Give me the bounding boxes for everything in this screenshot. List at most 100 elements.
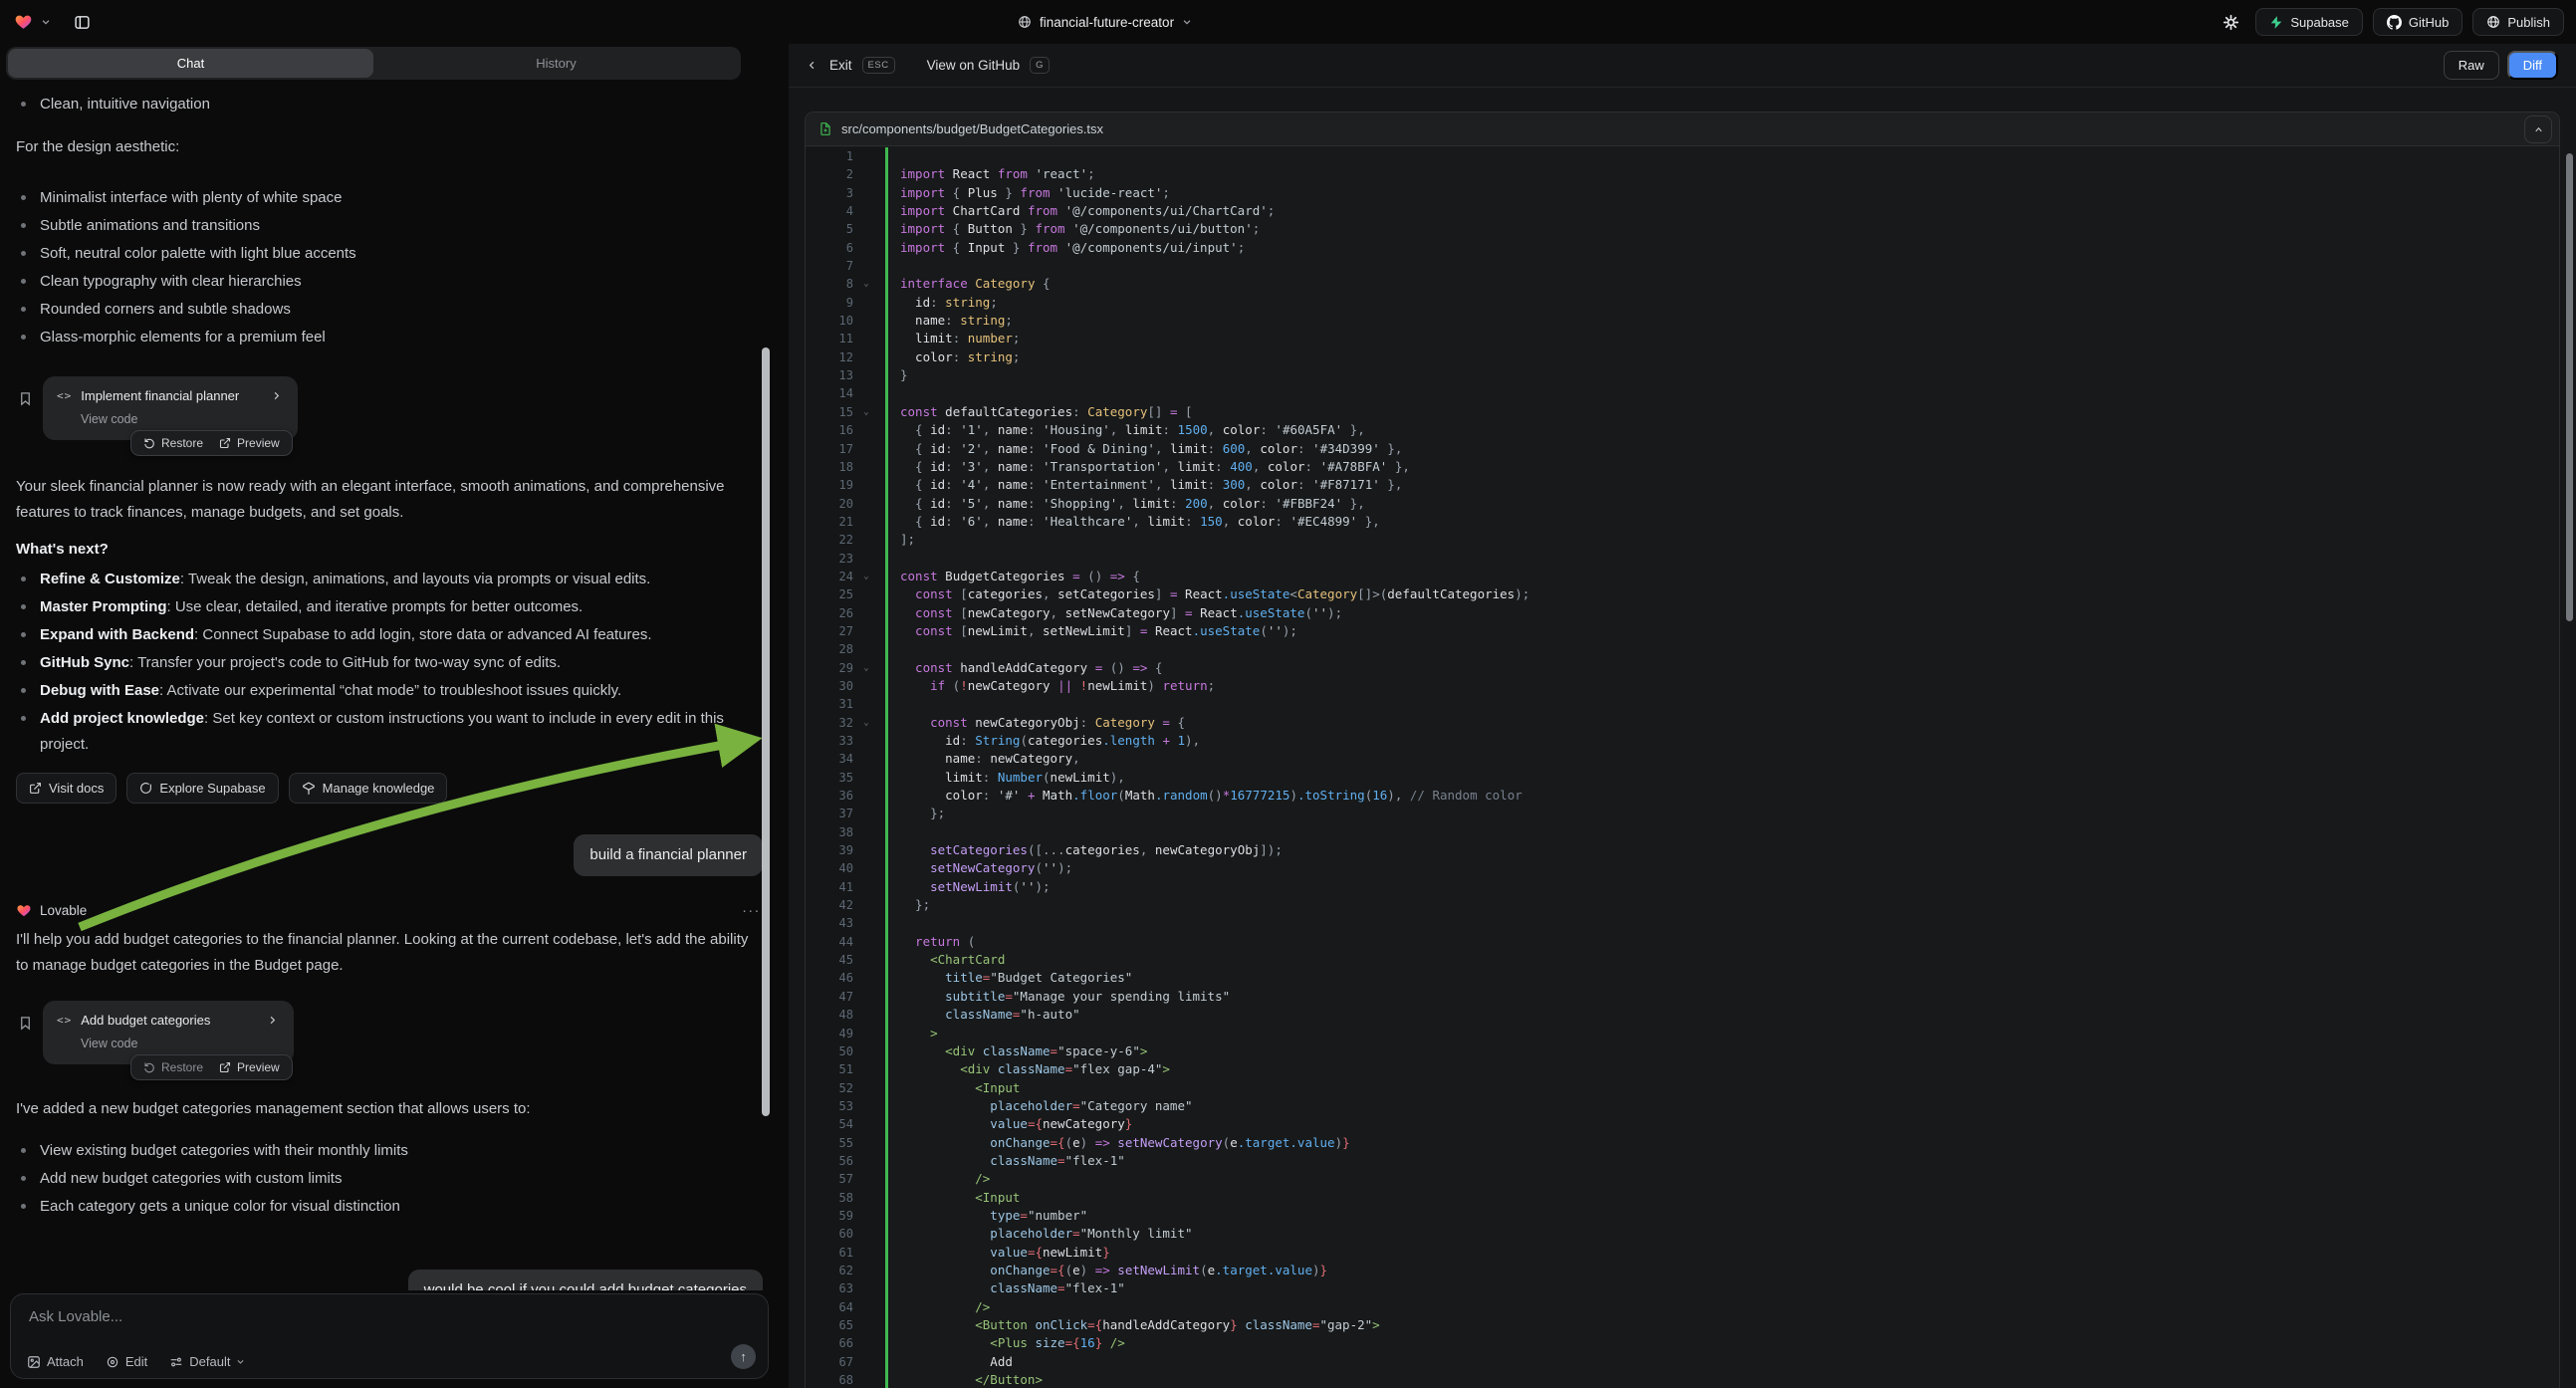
fold-toggle-icon — [853, 165, 879, 183]
list-item: Rounded corners and subtle shadows — [16, 297, 763, 323]
line-number: 34 — [806, 750, 853, 768]
tab-history[interactable]: History — [373, 49, 739, 78]
supabase-button[interactable]: Supabase — [2255, 8, 2363, 36]
fold-toggle-icon[interactable]: ⌄ — [853, 714, 879, 732]
fold-toggle-icon — [853, 787, 879, 805]
code-line: 13} — [806, 366, 2559, 384]
line-number: 28 — [806, 640, 853, 658]
line-number: 24 — [806, 568, 853, 585]
fold-toggle-icon[interactable]: ⌄ — [853, 568, 879, 585]
collapse-file-button[interactable] — [2524, 116, 2552, 143]
code-line: 63 className="flex-1" — [806, 1279, 2559, 1297]
edit-button[interactable]: Edit — [106, 1354, 147, 1369]
fold-toggle-icon[interactable]: ⌄ — [853, 275, 879, 293]
fold-toggle-icon — [853, 458, 879, 476]
chat-scrollbar-thumb[interactable] — [762, 347, 770, 1116]
exit-button[interactable]: Exit — [829, 58, 852, 73]
code-scrollbar-thumb[interactable] — [2566, 153, 2573, 621]
attach-button[interactable]: Attach — [27, 1354, 84, 1369]
fold-toggle-icon — [853, 1225, 879, 1243]
message-menu-button[interactable]: ... — [742, 899, 761, 916]
bookmark-icon[interactable] — [18, 1015, 33, 1032]
raw-toggle-button[interactable]: Raw — [2444, 51, 2499, 80]
send-button[interactable]: ↑ — [731, 1344, 756, 1369]
explore-supabase-button[interactable]: Explore Supabase — [126, 773, 278, 804]
preview-button[interactable]: Preview — [219, 1060, 280, 1074]
code-line: 21 { id: '6', name: 'Healthcare', limit:… — [806, 513, 2559, 531]
preview-button[interactable]: Preview — [219, 436, 280, 450]
code-line: 56 className="flex-1" — [806, 1152, 2559, 1170]
diff-toggle-button[interactable]: Diff — [2507, 51, 2558, 80]
fold-toggle-icon — [853, 769, 879, 787]
fold-toggle-icon — [853, 1371, 879, 1388]
list-item: Clean typography with clear hierarchies — [16, 269, 763, 295]
mode-select[interactable]: Default — [169, 1354, 245, 1369]
tab-chat[interactable]: Chat — [8, 49, 373, 78]
fold-toggle-icon — [853, 750, 879, 768]
fold-toggle-icon — [853, 1025, 879, 1042]
github-button[interactable]: GitHub — [2373, 8, 2462, 36]
fold-toggle-icon[interactable]: ⌄ — [853, 659, 879, 677]
code-line: 26 const [newCategory, setNewCategory] =… — [806, 604, 2559, 622]
fold-toggle-icon — [853, 1097, 879, 1115]
diff-file-header[interactable]: src/components/budget/BudgetCategories.t… — [806, 113, 2559, 146]
fold-toggle-icon — [853, 896, 879, 914]
fold-toggle-icon — [853, 495, 879, 513]
chat-message-list[interactable]: Clean, intuitive navigation For the desi… — [0, 84, 789, 1290]
lovable-logo-icon[interactable] — [14, 13, 33, 31]
next-steps-list: Refine & Customize: Tweak the design, an… — [16, 567, 763, 758]
line-number: 26 — [806, 604, 853, 622]
code-line: 39 setCategories([...categories, newCate… — [806, 841, 2559, 859]
line-number: 4 — [806, 202, 853, 220]
code-line: 54 value={newCategory} — [806, 1115, 2559, 1133]
fold-toggle-icon — [853, 202, 879, 220]
list-item: Soft, neutral color palette with light b… — [16, 241, 763, 267]
github-icon — [2387, 15, 2402, 30]
line-number: 10 — [806, 312, 853, 330]
fold-toggle-icon — [853, 147, 879, 165]
sidebar-toggle-button[interactable] — [67, 7, 97, 37]
fold-toggle-icon — [853, 933, 879, 951]
version-card-implement-financial-planner[interactable]: <> Implement financial planner View code… — [43, 376, 298, 440]
manage-knowledge-button[interactable]: Manage knowledge — [289, 773, 448, 804]
line-number: 25 — [806, 585, 853, 603]
chat-composer[interactable]: Ask Lovable... Attach Edit Default ↑ — [10, 1293, 769, 1379]
supabase-icon — [2269, 15, 2283, 30]
code-line: 48 className="h-auto" — [806, 1006, 2559, 1024]
fold-toggle-icon — [853, 184, 879, 202]
code-line: 18 { id: '3', name: 'Transportation', li… — [806, 458, 2559, 476]
version-card-add-budget-categories[interactable]: <> Add budget categories View code Resto… — [43, 1001, 294, 1064]
line-number: 36 — [806, 787, 853, 805]
fold-toggle-icon — [853, 585, 879, 603]
bookmark-icon[interactable] — [18, 390, 33, 407]
chevron-down-icon[interactable] — [41, 17, 51, 27]
code-line: 15⌄const defaultCategories: Category[] =… — [806, 403, 2559, 421]
code-line: 22]; — [806, 531, 2559, 549]
view-on-github-link[interactable]: View on GitHub — [927, 58, 1021, 73]
fold-toggle-icon — [853, 1298, 879, 1316]
restore-button[interactable]: Restore — [143, 1060, 203, 1074]
restore-button[interactable]: Restore — [143, 436, 203, 450]
code-line: 41 setNewLimit(''); — [806, 878, 2559, 896]
project-name: financial-future-creator — [1040, 15, 1174, 30]
code-line: 44 return ( — [806, 933, 2559, 951]
view-code-link[interactable]: View code — [81, 412, 282, 426]
line-number: 15 — [806, 403, 853, 421]
project-switcher[interactable]: financial-future-creator — [1018, 0, 1192, 44]
line-number: 57 — [806, 1170, 853, 1188]
code-line: 36 color: '#' + Math.floor(Math.random()… — [806, 787, 2559, 805]
fold-toggle-icon — [853, 366, 879, 384]
fold-toggle-icon — [853, 384, 879, 402]
code-line: 35 limit: Number(newLimit), — [806, 769, 2559, 787]
publish-button[interactable]: Publish — [2472, 8, 2564, 36]
code-line: 2import React from 'react'; — [806, 165, 2559, 183]
view-code-link[interactable]: View code — [81, 1037, 278, 1050]
settings-button[interactable] — [2216, 8, 2245, 36]
restore-icon — [143, 1061, 155, 1073]
fold-toggle-icon — [853, 823, 879, 841]
composer-input[interactable]: Ask Lovable... — [29, 1308, 752, 1325]
assistant-paragraph: I'll help you add budget categories to t… — [16, 927, 763, 979]
code-editor[interactable]: 12import React from 'react';3import { Pl… — [806, 147, 2559, 1388]
fold-toggle-icon[interactable]: ⌄ — [853, 403, 879, 421]
visit-docs-button[interactable]: Visit docs — [16, 773, 117, 804]
